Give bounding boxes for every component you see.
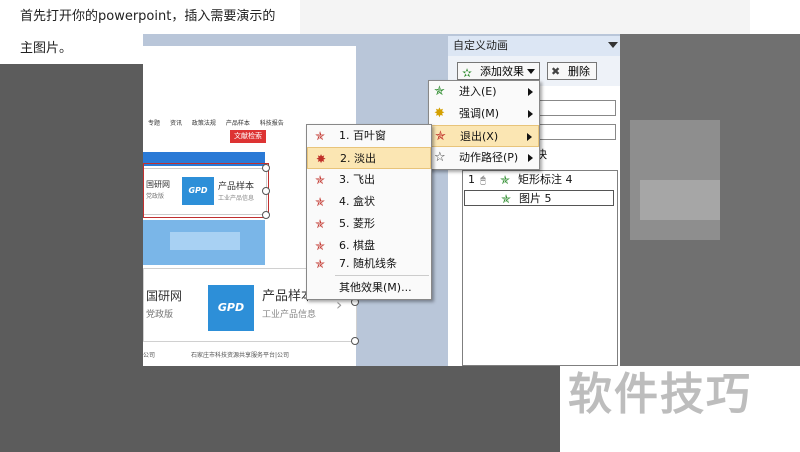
animation-label: 图片 5 [519, 192, 552, 205]
exit-star-icon: ✯ [314, 173, 326, 187]
add-effect-menu: ✯ 进入(E) ✸ 强调(M) ✯ 退出(X) ☆ 动作路径(P) [428, 80, 540, 170]
nav-item: 科技报告 [259, 120, 284, 127]
animation-item[interactable]: 1 🖰 ✯ 矩形标注 4 [464, 172, 614, 188]
submenu-arrow-icon [528, 154, 533, 162]
pane-title-bar: 自定义动画 [448, 36, 620, 56]
slide-search-button: 文献检索 [230, 130, 266, 143]
exit-star-icon: ✯ [314, 239, 326, 253]
exit-effect-random-bars[interactable]: ✯ 7. 随机线条 [307, 253, 431, 275]
slide-banner-blur [170, 232, 240, 250]
menu-item-label: 2. 淡出 [340, 152, 376, 165]
delete-icon: ✖ [551, 65, 561, 78]
slide-nav-row: 专题 资讯 政策法规 产品样本 科技报告 [148, 118, 292, 127]
emphasis-star-icon: ✸ [434, 106, 445, 121]
menu-item-label: 进入(E) [459, 85, 497, 98]
overlay-left [0, 34, 143, 452]
resize-handle[interactable] [262, 164, 270, 172]
slide-footer: 公司 石家庄市科技资源共享服务平台|公司 [143, 350, 355, 359]
menu-item-label: 3. 飞出 [339, 173, 375, 186]
submenu-arrow-icon [528, 110, 533, 118]
nav-item: 资讯 [169, 120, 182, 127]
overlay-bottom [143, 366, 560, 452]
pane-title: 自定义动画 [453, 39, 508, 52]
exit-effect-blinds[interactable]: ✯ 1. 百叶窗 [307, 125, 431, 147]
exit-effect-fly-out[interactable]: ✯ 3. 飞出 [307, 169, 431, 191]
nav-item: 政策法规 [191, 120, 216, 127]
delete-button[interactable]: ✖ 删除 [547, 62, 597, 80]
gpd-logo-icon: GPD [208, 285, 254, 331]
big-card-sub: 工业产品信息 [262, 310, 317, 320]
mouse-click-icon: 🖰 [480, 175, 486, 186]
animation-item[interactable]: ✯ 图片 5 [464, 190, 614, 206]
big-card-left: 国研网 [146, 289, 183, 303]
exit-star-icon: ✯ [314, 217, 326, 231]
menu-item-label: 退出(X) [460, 130, 499, 143]
menu-item-label: 动作路径(P) [459, 151, 519, 164]
submenu-arrow-icon [527, 133, 532, 141]
article-line-1: 首先打开你的powerpoint，插入需要演示的 [20, 9, 276, 24]
more-effects[interactable]: 其他效果(M)... [307, 277, 431, 299]
watermark-text: 软件技巧 [568, 369, 752, 420]
nav-item: 产品样本 [225, 120, 250, 127]
menu-separator [335, 275, 429, 276]
pane-menu-arrow-icon[interactable] [608, 42, 618, 48]
article-line-2: 主图片。 [20, 41, 73, 56]
add-effect-button[interactable]: ✫ 添加效果 [457, 62, 540, 80]
animation-label: 矩形标注 4 [518, 173, 573, 186]
menu-item-label: 4. 盒状 [339, 195, 375, 208]
blurred-image-2 [640, 180, 720, 220]
entrance-star-icon: ✯ [500, 173, 511, 187]
exit-star-icon: ✯ [314, 195, 326, 209]
nav-item: 专题 [148, 120, 161, 127]
motion-path-star-icon: ☆ [434, 150, 446, 165]
menu-item-motion-path[interactable]: ☆ 动作路径(P) [429, 147, 539, 169]
entrance-star-icon: ✯ [434, 84, 445, 99]
resize-handle[interactable] [262, 211, 270, 219]
entrance-star-icon: ✯ [501, 192, 512, 206]
footer-left: 公司 [143, 352, 156, 359]
exit-effect-diamond[interactable]: ✯ 5. 菱形 [307, 213, 431, 235]
menu-item-emphasis[interactable]: ✸ 强调(M) [429, 103, 539, 125]
exit-effects-menu: ✯ 1. 百叶窗 ✸ 2. 淡出 ✯ 3. 飞出 ✯ 4. 盒状 ✯ 5. 菱形… [306, 124, 432, 300]
exit-effect-fade[interactable]: ✸ 2. 淡出 [307, 147, 431, 169]
footer-right: 石家庄市科技资源共享服务平台|公司 [190, 352, 289, 359]
exit-star-icon: ✸ [315, 152, 327, 166]
exit-effect-box[interactable]: ✯ 4. 盒状 [307, 191, 431, 213]
menu-item-label: 7. 随机线条 [339, 257, 397, 270]
exit-star-icon: ✯ [314, 129, 326, 143]
dropdown-arrow-icon [527, 69, 535, 74]
menu-item-label: 5. 菱形 [339, 217, 375, 230]
submenu-arrow-icon [528, 88, 533, 96]
menu-item-exit[interactable]: ✯ 退出(X) [429, 125, 539, 147]
resize-handle[interactable] [262, 187, 270, 195]
big-card-left-sub: 党政版 [146, 310, 174, 320]
menu-item-label: 强调(M) [459, 107, 500, 120]
rectangle-callout-shape[interactable] [143, 163, 269, 218]
delete-label: 删除 [568, 65, 590, 78]
resize-handle[interactable] [351, 337, 359, 345]
exit-star-icon: ✯ [314, 257, 326, 271]
article-strip-right [300, 0, 750, 34]
add-effect-label: 添加效果 [480, 65, 524, 78]
animation-order: 1 [468, 173, 475, 186]
menu-item-label: 1. 百叶窗 [339, 129, 386, 142]
menu-item-entrance[interactable]: ✯ 进入(E) [429, 81, 539, 103]
exit-star-icon: ✯ [435, 129, 446, 144]
menu-item-label: 其他效果(M)... [339, 281, 412, 294]
